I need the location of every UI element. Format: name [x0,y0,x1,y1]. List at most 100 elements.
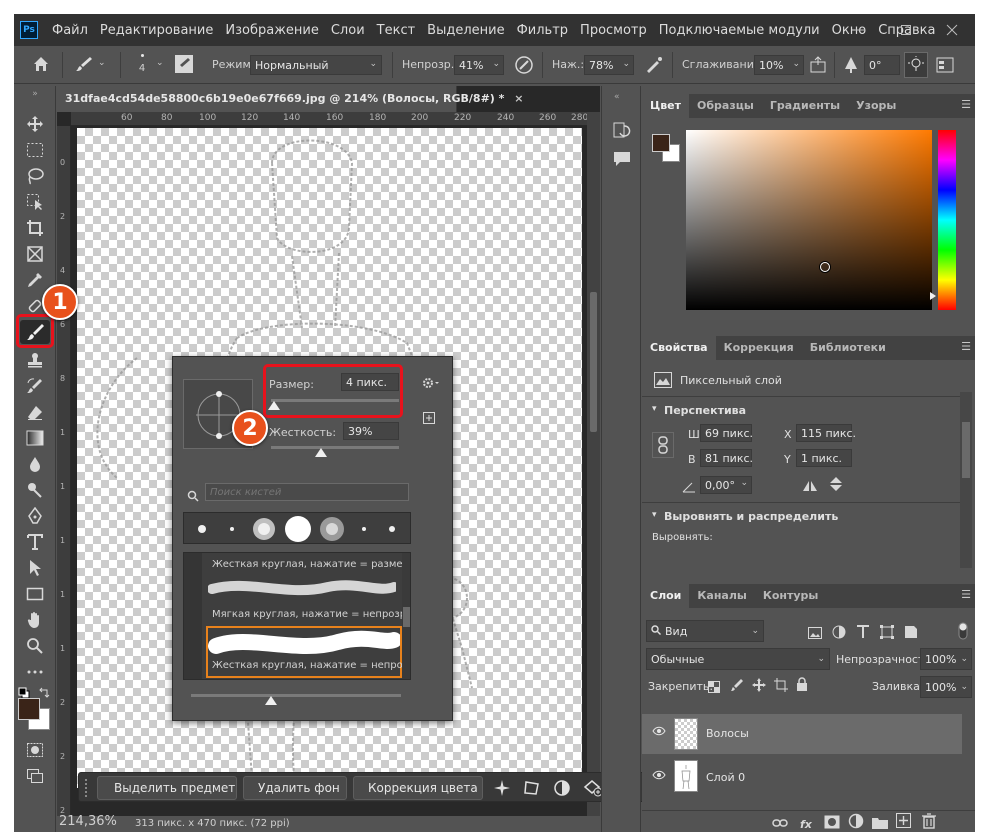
y-input[interactable]: 1 пикс. [796,449,852,467]
type-tool[interactable] [20,530,50,554]
menu-edit[interactable]: Редактирование [94,23,219,38]
presets-scrollbar[interactable] [402,553,410,679]
frame-tool[interactable] [20,242,50,266]
lasso-tool[interactable] [20,164,50,188]
filter-adjustment-button[interactable] [832,624,846,643]
filter-pixel-button[interactable] [808,624,822,643]
align-section-title[interactable]: Выровнять и распределить [664,510,838,523]
move-tool[interactable] [20,112,50,136]
chevron-down-icon[interactable]: ▾ [652,404,657,414]
menu-type[interactable]: Текст [371,23,422,38]
height-input[interactable]: 81 пикс. [700,449,753,467]
brush-tool-preset-button[interactable]: ⌄ [74,55,106,76]
mode-select[interactable]: Нормальный ⌄ [250,55,382,75]
foreground-color-swatch[interactable] [652,134,670,152]
dodge-tool[interactable] [20,478,50,502]
filter-toggle[interactable] [958,622,968,644]
preset-selected[interactable]: Жесткая круглая, нажатие = непрозр [206,626,410,678]
hardness-input[interactable]: 39% [343,422,399,440]
tab-gradients[interactable]: Градиенты [762,94,848,118]
transform-button[interactable] [523,779,541,801]
scrollbar-thumb[interactable] [590,292,597,432]
maximize-button[interactable] [883,14,929,46]
smoothing-options-button[interactable] [808,55,828,78]
menu-plugins[interactable]: Подключаемые модули [653,23,826,38]
pen-tool[interactable] [20,504,50,528]
menu-file[interactable]: Файл [46,23,94,38]
eyedropper-tool[interactable] [20,268,50,292]
stroke-preview[interactable] [207,573,399,603]
properties-scrollbar[interactable] [960,392,972,568]
history-panel-button[interactable] [612,120,632,144]
zoom-tool[interactable] [20,634,50,658]
flip-horizontal-button[interactable] [802,478,818,497]
blur-tool[interactable] [20,452,50,476]
more-tools-button[interactable] [20,660,50,684]
brush-settings-button[interactable] [421,375,441,394]
vertical-scrollbar[interactable] [587,112,600,816]
preview-size-thumb[interactable] [265,696,277,705]
brush-settings-toggle[interactable] [174,54,194,77]
remove-background-button[interactable]: Удалить фон [243,776,347,800]
home-button[interactable] [32,55,50,76]
close-button[interactable] [929,14,975,46]
preset-name[interactable]: Мягкая круглая, нажатие = непрозр [212,609,406,620]
x-input[interactable]: 115 пикс. [796,424,856,442]
fill-input[interactable]: 100% ⌄ [920,676,972,698]
blend-mode-select[interactable]: Обычные ⌄ [646,648,830,670]
lock-all-button[interactable] [796,676,808,695]
add-mask-button[interactable] [824,814,840,832]
tab-layers[interactable]: Слои [642,584,690,608]
new-preset-button[interactable] [423,409,435,428]
quick-mask-button[interactable] [20,738,50,762]
angle-input[interactable]: 0° [864,55,900,75]
collapse-dock-button[interactable]: « [614,92,620,102]
comments-panel-button[interactable] [612,150,632,172]
menu-filter[interactable]: Фильтр [511,23,574,38]
lock-position-button[interactable] [752,677,766,696]
gradient-tool[interactable] [20,426,50,450]
color-correction-button[interactable]: Коррекция цвета [353,776,483,800]
hue-slider-thumb[interactable] [930,292,936,300]
new-layer-button[interactable] [896,813,911,832]
chevron-down-icon[interactable]: ▾ [652,510,657,520]
object-selection-tool[interactable] [20,190,50,214]
hand-tool[interactable] [20,608,50,632]
crop-tool[interactable] [20,216,50,240]
lock-pixels-button[interactable] [730,677,744,696]
brush-search-input[interactable] [205,483,409,501]
tab-channels[interactable]: Каналы [689,584,754,608]
select-subject-button[interactable]: Выделить предмет [97,776,237,800]
tab-patterns[interactable]: Узоры [848,94,904,118]
foreground-color-swatch[interactable] [18,698,40,720]
opacity-input[interactable]: 41% ⌄ [454,55,504,75]
minimize-button[interactable] [837,14,883,46]
scrollbar-thumb[interactable] [962,422,970,478]
tab-adjustments[interactable]: Коррекция [716,336,802,360]
menu-image[interactable]: Изображение [219,23,324,38]
tab-color[interactable]: Цвет [642,94,690,118]
eye-icon[interactable] [652,770,666,783]
add-adjustment-button[interactable] [583,779,603,801]
drag-handle[interactable] [85,779,89,797]
chevron-down-icon[interactable]: ⌄ [156,58,164,68]
link-dimensions-button[interactable] [652,432,674,458]
scrollbar-thumb[interactable] [403,607,410,627]
close-icon[interactable]: × [514,92,523,105]
preview-size-slider[interactable] [191,694,401,697]
menu-layer[interactable]: Слои [325,23,371,38]
new-adjustment-button[interactable] [848,813,864,832]
screen-mode-button[interactable] [20,764,50,788]
filter-type-button[interactable] [856,624,870,643]
menu-select[interactable]: Выделение [421,23,510,38]
panel-menu-icon[interactable]: ☰ [961,98,971,111]
path-selection-tool[interactable] [20,556,50,580]
eye-icon[interactable] [652,726,666,739]
history-brush-tool[interactable] [20,374,50,398]
filter-shape-button[interactable] [880,624,894,643]
options-panel-button[interactable] [936,57,954,76]
generative-button[interactable] [493,779,511,801]
layer-style-button[interactable]: fx [800,813,812,832]
smoothing-input[interactable]: 10% ⌄ [754,55,804,75]
rotation-input[interactable]: 0,00° ⌄ [700,476,752,494]
